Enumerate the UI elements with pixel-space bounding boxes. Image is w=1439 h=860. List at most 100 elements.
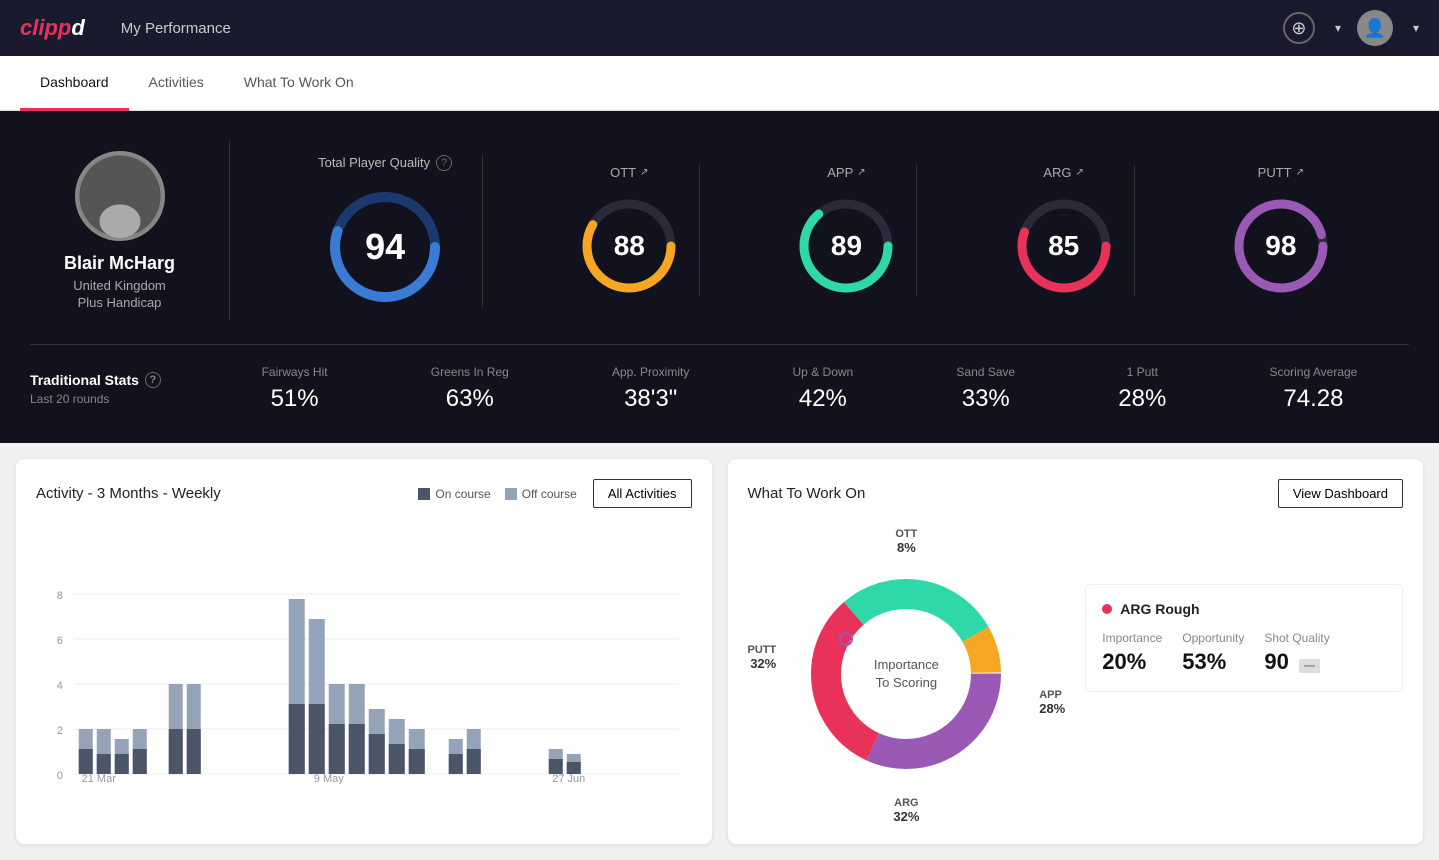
stat-sandsave-value: 33% xyxy=(956,385,1015,413)
activity-card: Activity - 3 Months - Weekly On course O… xyxy=(16,459,712,844)
all-activities-button[interactable]: All Activities xyxy=(593,479,692,508)
svg-text:21 Mar: 21 Mar xyxy=(82,773,117,784)
stat-greens: Greens In Reg 63% xyxy=(431,365,509,413)
legend-offcourse: Off course xyxy=(505,487,577,501)
bottom-section: Activity - 3 Months - Weekly On course O… xyxy=(0,443,1439,860)
ott-score: 88 xyxy=(614,230,645,262)
total-quality-score: 94 xyxy=(365,226,405,268)
stat-oneputt: 1 Putt 28% xyxy=(1118,365,1166,413)
add-button[interactable]: ⊕ xyxy=(1283,12,1315,44)
legend-offcourse-dot xyxy=(505,488,517,500)
detail-card: ARG Rough Importance 20% Opportunity 53%… xyxy=(1085,584,1403,692)
tab-activities[interactable]: Activities xyxy=(129,56,224,111)
user-avatar[interactable]: 👤 xyxy=(1357,10,1393,46)
detail-title-dot xyxy=(1102,604,1112,614)
stat-greens-label: Greens In Reg xyxy=(431,365,509,379)
stat-fairways-value: 51% xyxy=(262,385,328,413)
traditional-stats: Traditional Stats ? Last 20 rounds Fairw… xyxy=(30,344,1409,413)
player-name: Blair McHarg xyxy=(64,253,175,274)
importance-value: 20% xyxy=(1102,649,1162,675)
stat-proximity-label: App. Proximity xyxy=(612,365,689,379)
importance-label: Importance xyxy=(1102,631,1162,645)
stat-updown-value: 42% xyxy=(793,385,854,413)
app-ring: 89 xyxy=(796,196,896,296)
stat-scoring-value: 74.28 xyxy=(1270,385,1358,413)
ott-trend: ↗ xyxy=(640,167,648,178)
app-score: 89 xyxy=(831,230,862,262)
score-putt: PUTT ↗ 98 xyxy=(1211,165,1351,296)
detail-opportunity: Opportunity 53% xyxy=(1182,631,1244,675)
trad-stats-items: Fairways Hit 51% Greens In Reg 63% App. … xyxy=(210,365,1409,413)
stat-oneputt-value: 28% xyxy=(1118,385,1166,413)
stat-proximity-value: 38'3" xyxy=(612,385,689,413)
app-donut-label: APP 28% xyxy=(1039,689,1065,716)
ott-label: OTT ↗ xyxy=(610,165,648,180)
shot-quality-label: Shot Quality xyxy=(1264,631,1329,645)
player-country: United Kingdom xyxy=(73,278,166,293)
ott-ring: 88 xyxy=(579,196,679,296)
work-detail: ARG Rough Importance 20% Opportunity 53%… xyxy=(1085,524,1403,824)
activity-card-title: Activity - 3 Months - Weekly xyxy=(36,485,221,502)
detail-card-title: ARG Rough xyxy=(1102,601,1386,617)
tab-bar: Dashboard Activities What To Work On xyxy=(0,56,1439,111)
add-dropdown[interactable]: ▾ xyxy=(1335,21,1341,35)
putt-score: 98 xyxy=(1265,230,1296,262)
svg-text:27 Jun: 27 Jun xyxy=(552,773,585,784)
stat-updown: Up & Down 42% xyxy=(793,365,854,413)
stat-sandsave: Sand Save 33% xyxy=(956,365,1015,413)
tab-dashboard[interactable]: Dashboard xyxy=(20,56,129,111)
app-trend: ↗ xyxy=(857,167,865,178)
svg-text:9 May: 9 May xyxy=(314,773,344,784)
arg-score: 85 xyxy=(1048,230,1079,262)
tab-what-to-work-on[interactable]: What To Work On xyxy=(224,56,374,111)
score-app: APP ↗ 89 xyxy=(776,165,917,296)
total-quality: Total Player Quality ? 94 xyxy=(288,155,483,307)
score-arg: ARG ↗ 85 xyxy=(994,165,1135,296)
legend-oncourse: On course xyxy=(418,487,490,501)
activity-chart-svg: 0 2 4 6 8 xyxy=(36,524,692,784)
trad-stats-sub: Last 20 rounds xyxy=(30,392,210,406)
putt-donut-label: PUTT 32% xyxy=(748,644,777,671)
work-on-title: What To Work On xyxy=(748,485,866,502)
quality-scores: Total Player Quality ? 94 OTT ↗ xyxy=(230,141,1409,320)
work-on-card-header: What To Work On View Dashboard xyxy=(748,479,1404,508)
arg-label: ARG ↗ xyxy=(1043,165,1084,180)
activity-legend: On course Off course xyxy=(418,487,577,501)
nav-right: ⊕ ▾ 👤 ▾ xyxy=(1283,10,1419,46)
opportunity-label: Opportunity xyxy=(1182,631,1244,645)
player-avatar xyxy=(75,151,165,241)
total-quality-label: Total Player Quality ? xyxy=(318,155,452,171)
putt-label: PUTT ↗ xyxy=(1258,165,1304,180)
total-quality-ring: 94 xyxy=(325,187,445,307)
detail-importance: Importance 20% xyxy=(1102,631,1162,675)
stat-scoring-label: Scoring Average xyxy=(1270,365,1358,379)
avatar-dropdown[interactable]: ▾ xyxy=(1413,21,1419,35)
total-quality-help[interactable]: ? xyxy=(436,155,452,171)
svg-text:8: 8 xyxy=(57,590,63,602)
activity-controls: On course Off course All Activities xyxy=(418,479,691,508)
stat-oneputt-label: 1 Putt xyxy=(1118,365,1166,379)
trad-label-group: Traditional Stats ? Last 20 rounds xyxy=(30,372,210,406)
logo: clippd xyxy=(20,15,85,41)
trad-stats-label: Traditional Stats ? xyxy=(30,372,210,388)
work-content: ImportanceTo Scoring OTT 8% APP 28% ARG … xyxy=(748,524,1404,824)
legend-offcourse-label: Off course xyxy=(522,487,577,501)
trad-stats-help[interactable]: ? xyxy=(145,372,161,388)
stat-sandsave-label: Sand Save xyxy=(956,365,1015,379)
legend-oncourse-label: On course xyxy=(435,487,490,501)
svg-text:2: 2 xyxy=(57,725,63,737)
detail-shot-quality: Shot Quality 90 — xyxy=(1264,631,1329,675)
nav-title: My Performance xyxy=(121,20,231,37)
arg-ring: 85 xyxy=(1014,196,1114,296)
shot-quality-badge: — xyxy=(1299,659,1320,673)
score-ott: OTT ↗ 88 xyxy=(559,165,700,296)
arg-donut-label: ARG 32% xyxy=(893,797,919,824)
plus-icon: ⊕ xyxy=(1291,18,1306,39)
app-label: APP ↗ xyxy=(827,165,865,180)
svg-text:0: 0 xyxy=(57,770,63,782)
view-dashboard-button[interactable]: View Dashboard xyxy=(1278,479,1403,508)
stat-fairways-label: Fairways Hit xyxy=(262,365,328,379)
player-info: Blair McHarg United Kingdom Plus Handica… xyxy=(30,141,230,320)
opportunity-value: 53% xyxy=(1182,649,1244,675)
top-nav: clippd My Performance ⊕ ▾ 👤 ▾ xyxy=(0,0,1439,56)
